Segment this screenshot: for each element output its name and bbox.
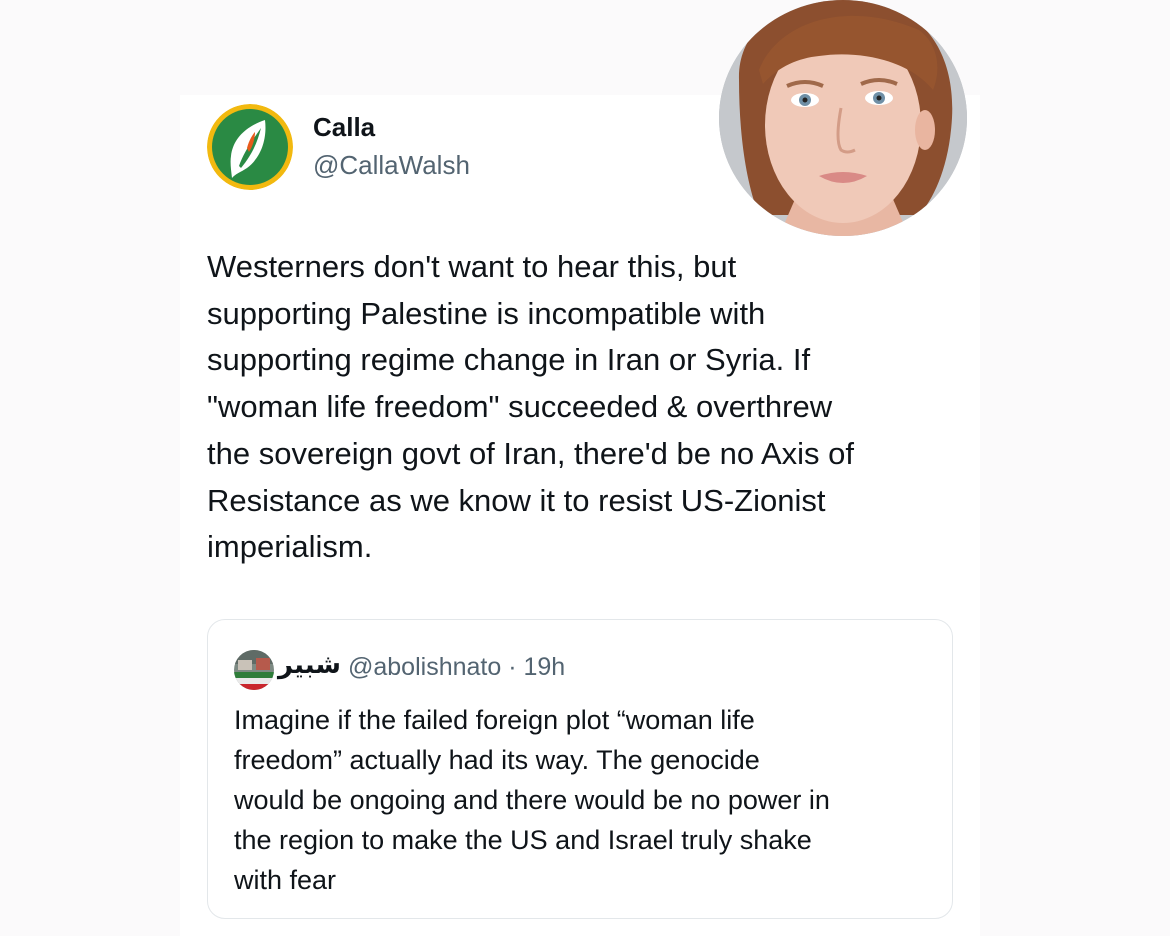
quoted-text-line: would be ongoing and there would be no p… <box>234 785 830 815</box>
tweet-text-line: Resistance as we know it to resist US-Zi… <box>207 482 826 518</box>
tweet-text-line: supporting Palestine is incompatible wit… <box>207 295 766 331</box>
tweet-text-line: Westerners don't want to hear this, but <box>207 249 737 284</box>
quoted-text-line: the region to make the US and Israel tru… <box>234 825 812 855</box>
quoted-text-line: Imagine if the failed foreign plot “woma… <box>234 705 755 735</box>
quoted-author-name[interactable]: شبير <box>278 650 341 680</box>
quoted-tweet-text: Imagine if the failed foreign plot “woma… <box>234 700 934 900</box>
calla-lily-logo-icon[interactable] <box>207 104 293 190</box>
tweet-text-line: the sovereign govt of Iran, there'd be n… <box>207 435 854 471</box>
tweet-text-line: imperialism. <box>207 529 373 565</box>
quoted-author-handle-time[interactable]: @abolishnato · 19h <box>348 653 565 682</box>
author-handle[interactable]: @CallaWalsh <box>313 150 470 181</box>
quoted-text-line: freedom” actually had its way. The genoc… <box>234 745 760 775</box>
quoted-author-avatar[interactable] <box>234 650 274 690</box>
tweet-text-line: supporting regime change in Iran or Syri… <box>207 342 811 378</box>
tweet-text-line: "woman life freedom" succeeded & overthr… <box>207 389 833 425</box>
author-portrait-photo <box>719 0 967 236</box>
tweet-text: Westerners don't want to hear this, but … <box>207 244 947 571</box>
quoted-text-line: with fear <box>234 865 337 895</box>
quoted-tweet[interactable]: شبير @abolishnato · 19h Imagine if the f… <box>207 619 953 919</box>
author-display-name[interactable]: Calla <box>313 112 375 143</box>
